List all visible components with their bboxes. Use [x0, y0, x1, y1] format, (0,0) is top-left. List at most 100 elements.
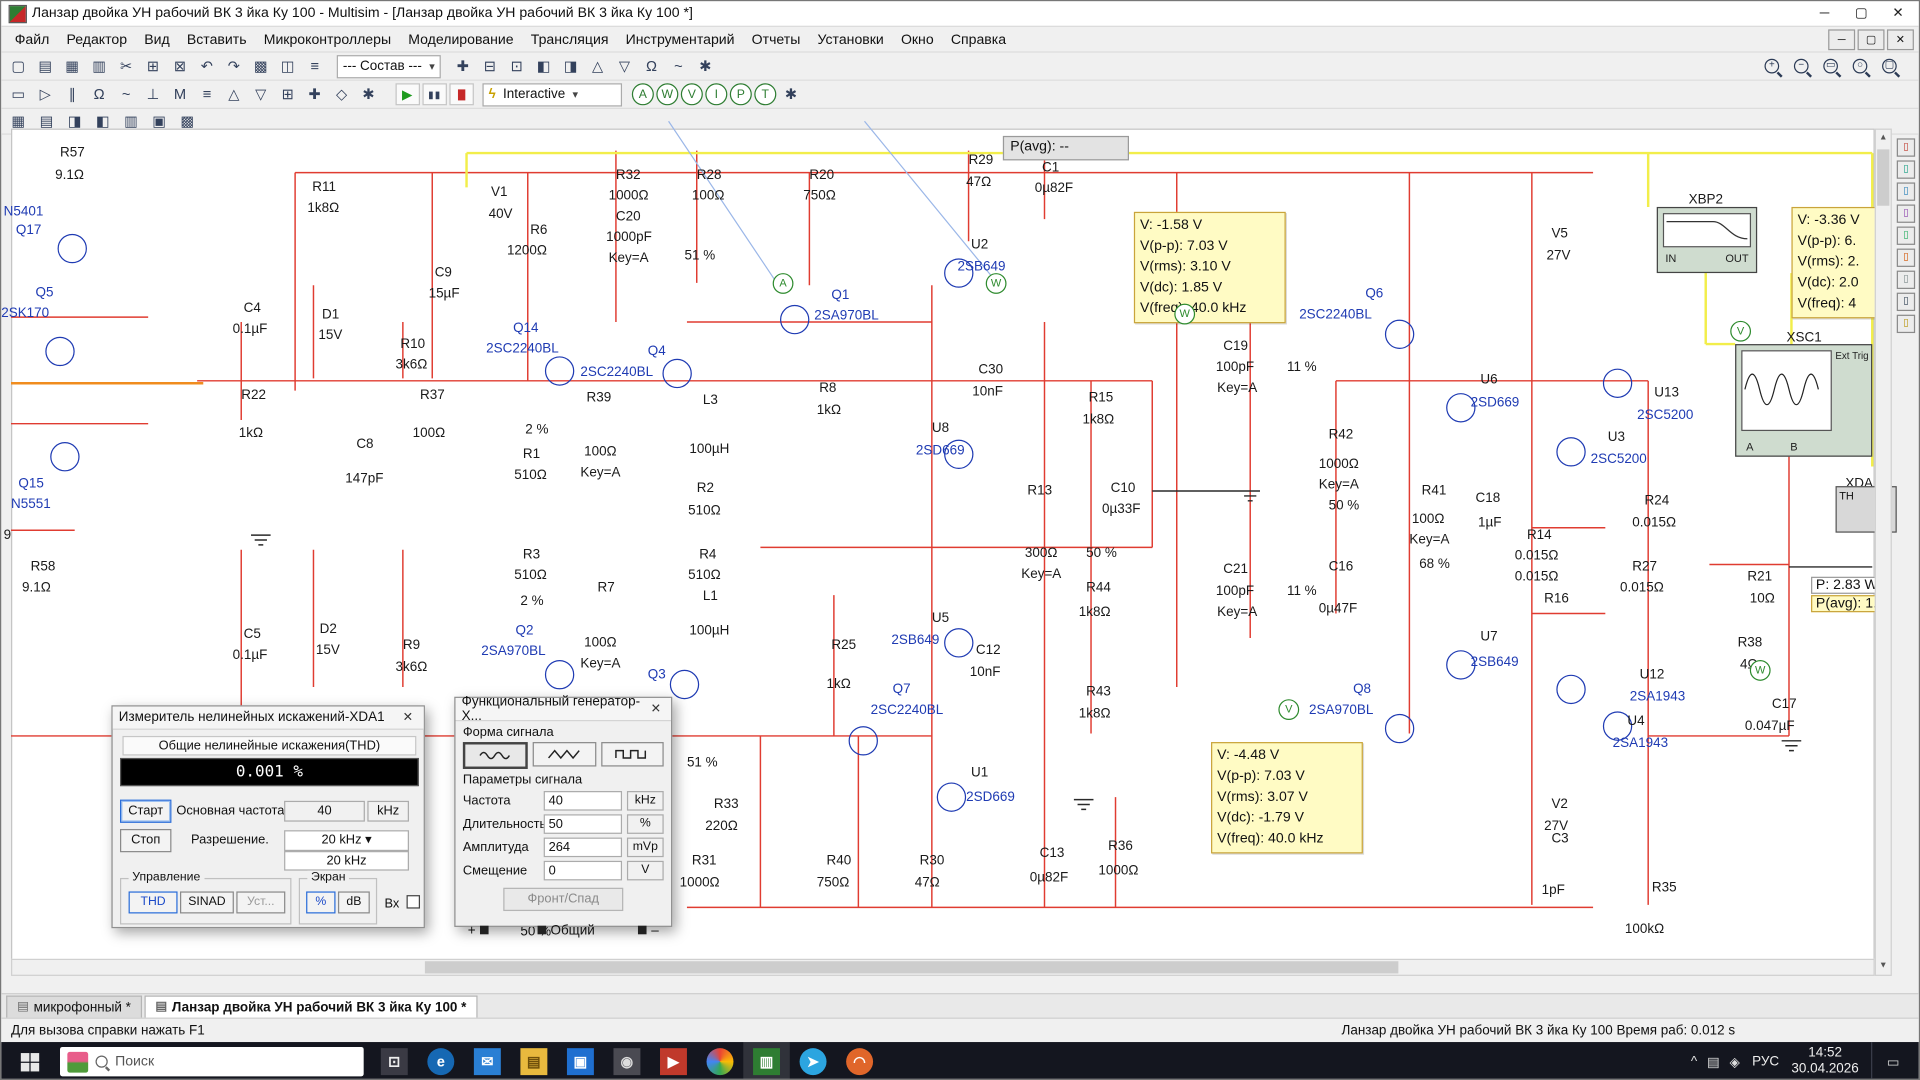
probe-i-icon[interactable]: I [705, 83, 727, 105]
logic-analyzer-button[interactable]: ▯ [1897, 293, 1915, 311]
menu-item-8[interactable]: Отчеты [743, 32, 809, 49]
sinad-mode-button[interactable]: SINAD [180, 891, 234, 913]
open-file-icon[interactable]: ▤ [32, 54, 59, 78]
add-component-icon[interactable]: ✚ [449, 54, 476, 78]
mdi-window-button-2[interactable]: ✕ [1887, 29, 1914, 50]
zoom-fit-icon[interactable]: ○ [1847, 54, 1874, 78]
zoom-in-icon[interactable]: + [1758, 54, 1785, 78]
thd-mode-button[interactable]: THD [129, 891, 178, 913]
tray-icon-0[interactable]: ^ [1691, 1054, 1697, 1070]
language-indicator[interactable]: РУС [1752, 1054, 1779, 1069]
fgen-param-input[interactable]: 0 [544, 861, 622, 881]
input-terminal[interactable] [407, 895, 420, 908]
paste-icon[interactable]: ⊠ [167, 54, 194, 78]
new-file-icon[interactable]: ▢ [5, 54, 32, 78]
document-tab-1[interactable]: ▤Ланзар двойка УН рабочий ВК 3 йка Ку 10… [144, 996, 477, 1018]
zoom-page-icon[interactable]: ▢ [1876, 54, 1903, 78]
copy-icon[interactable]: ⊞ [140, 54, 167, 78]
down-icon[interactable]: ▽ [611, 54, 638, 78]
misc-icon[interactable]: ✱ [355, 82, 382, 106]
dialog-titlebar[interactable]: Функциональный генератор-X... ✕ [456, 698, 672, 721]
ground-icon[interactable]: ⊥ [140, 82, 167, 106]
ohm-icon[interactable]: Ω [638, 54, 665, 78]
tray-icon-1[interactable]: ▤ [1707, 1054, 1720, 1070]
common-terminal[interactable]: Общий [532, 923, 595, 938]
star-icon[interactable]: ✱ [692, 54, 719, 78]
multimeter-button[interactable]: ▯ [1897, 138, 1915, 156]
menu-item-2[interactable]: Вид [136, 32, 179, 49]
chrome-icon[interactable] [697, 1042, 744, 1080]
capacitor-icon[interactable]: ∥ [59, 82, 86, 106]
scroll-up-icon[interactable]: ▲ [1876, 130, 1891, 147]
start-button[interactable] [1, 1042, 57, 1080]
start-button[interactable]: Старт [120, 800, 171, 823]
close-icon[interactable]: ✕ [398, 711, 418, 724]
minimize-button[interactable]: ─ [1806, 2, 1843, 25]
bode-plotter-button[interactable]: ▯ [1897, 227, 1915, 245]
menu-item-9[interactable]: Установки [809, 32, 892, 49]
rise-fall-button[interactable]: Фронт/Спад [503, 888, 623, 911]
explorer-icon[interactable]: ▤ [511, 1042, 558, 1080]
distortion-analyzer-dialog[interactable]: Измеритель нелинейных искажений-XDA1 ✕ О… [111, 705, 424, 928]
settings-gear-icon[interactable]: ✱ [779, 83, 803, 105]
firefox-icon[interactable]: ◠ [836, 1042, 883, 1080]
horizontal-scrollbar[interactable] [11, 959, 1875, 976]
stop-button[interactable]: Стоп [120, 829, 171, 852]
print-icon[interactable]: ▥ [86, 54, 113, 78]
percent-display-button[interactable]: % [306, 891, 335, 913]
function-generator-button[interactable]: ▯ [1897, 160, 1915, 178]
zoom-out-icon[interactable]: − [1788, 54, 1815, 78]
fgen-param-unit[interactable]: kHz [627, 791, 664, 811]
fundamental-frequency-unit[interactable]: kHz [367, 801, 409, 822]
fundamental-frequency-input[interactable]: 40 [284, 801, 365, 822]
resolution-option[interactable]: 20 kHz [284, 851, 409, 871]
vertical-scrollbar[interactable]: ▲ ▼ [1875, 129, 1892, 976]
interactive-combo[interactable]: ϟInteractive▾ [482, 83, 622, 106]
document-tab-0[interactable]: ▤микрофонный * [6, 996, 142, 1018]
bode-plotter-instrument[interactable]: INOUT [1657, 207, 1757, 273]
ohm-source-icon[interactable]: Ω [86, 82, 113, 106]
undo-icon[interactable]: ↶ [193, 54, 220, 78]
search-input[interactable]: Поиск [60, 1047, 364, 1076]
telegram-icon[interactable]: ➤ [790, 1042, 837, 1080]
menu-item-10[interactable]: Окно [892, 32, 942, 49]
half-right-icon[interactable]: ◨ [557, 54, 584, 78]
menu-item-5[interactable]: Моделирование [400, 32, 523, 49]
fgen-param-unit[interactable]: V [627, 861, 664, 881]
ac-source-icon[interactable]: ~ [113, 82, 140, 106]
menu-item-1[interactable]: Редактор [58, 32, 136, 49]
diode-icon[interactable]: ▷ [32, 82, 59, 106]
probe-current-icon[interactable]: A [632, 83, 654, 105]
fgen-param-input[interactable]: 264 [544, 838, 622, 858]
fgen-param-input[interactable]: 50 [544, 814, 622, 834]
photos-icon[interactable]: ▣ [557, 1042, 604, 1080]
box-icon[interactable]: ⊡ [503, 54, 530, 78]
grid-icon[interactable]: ▩ [247, 54, 274, 78]
multisim-taskbar-icon[interactable]: ▥ [743, 1042, 790, 1080]
wattmeter-button[interactable]: ▯ [1897, 182, 1915, 200]
probe-p-icon[interactable]: P [730, 83, 752, 105]
horizontal-scroll-thumb[interactable] [425, 961, 1398, 973]
media-player-icon[interactable]: ▶ [650, 1042, 697, 1080]
list-icon[interactable]: ≡ [301, 54, 328, 78]
word-generator-button[interactable]: ▯ [1897, 271, 1915, 289]
triangle-wave-button[interactable] [533, 742, 596, 766]
taskview-icon[interactable]: ⊡ [371, 1042, 418, 1080]
menu-item-4[interactable]: Микроконтроллеры [255, 32, 400, 49]
plus-icon[interactable]: ✚ [301, 82, 328, 106]
remove-icon[interactable]: ⊟ [476, 54, 503, 78]
close-icon[interactable]: ✕ [647, 702, 665, 715]
bus-icon[interactable]: ≡ [193, 82, 220, 106]
redo-icon[interactable]: ↷ [220, 54, 247, 78]
mdi-window-button-1[interactable]: ▢ [1858, 29, 1885, 50]
probe-power-icon[interactable]: W [656, 83, 678, 105]
freq-counter-button[interactable]: ▯ [1897, 249, 1915, 267]
menu-item-0[interactable]: Файл [6, 32, 58, 49]
variant-combo[interactable]: --- Состав ---▾ [337, 54, 441, 77]
square-wave-button[interactable] [601, 742, 664, 766]
save-icon[interactable]: ▦ [59, 54, 86, 78]
scroll-down-icon[interactable]: ▼ [1876, 958, 1891, 975]
oscilloscope-button[interactable]: ▯ [1897, 204, 1915, 222]
close-button[interactable]: ✕ [1880, 2, 1917, 25]
clock[interactable]: 14:52 30.04.2026 [1791, 1046, 1858, 1078]
